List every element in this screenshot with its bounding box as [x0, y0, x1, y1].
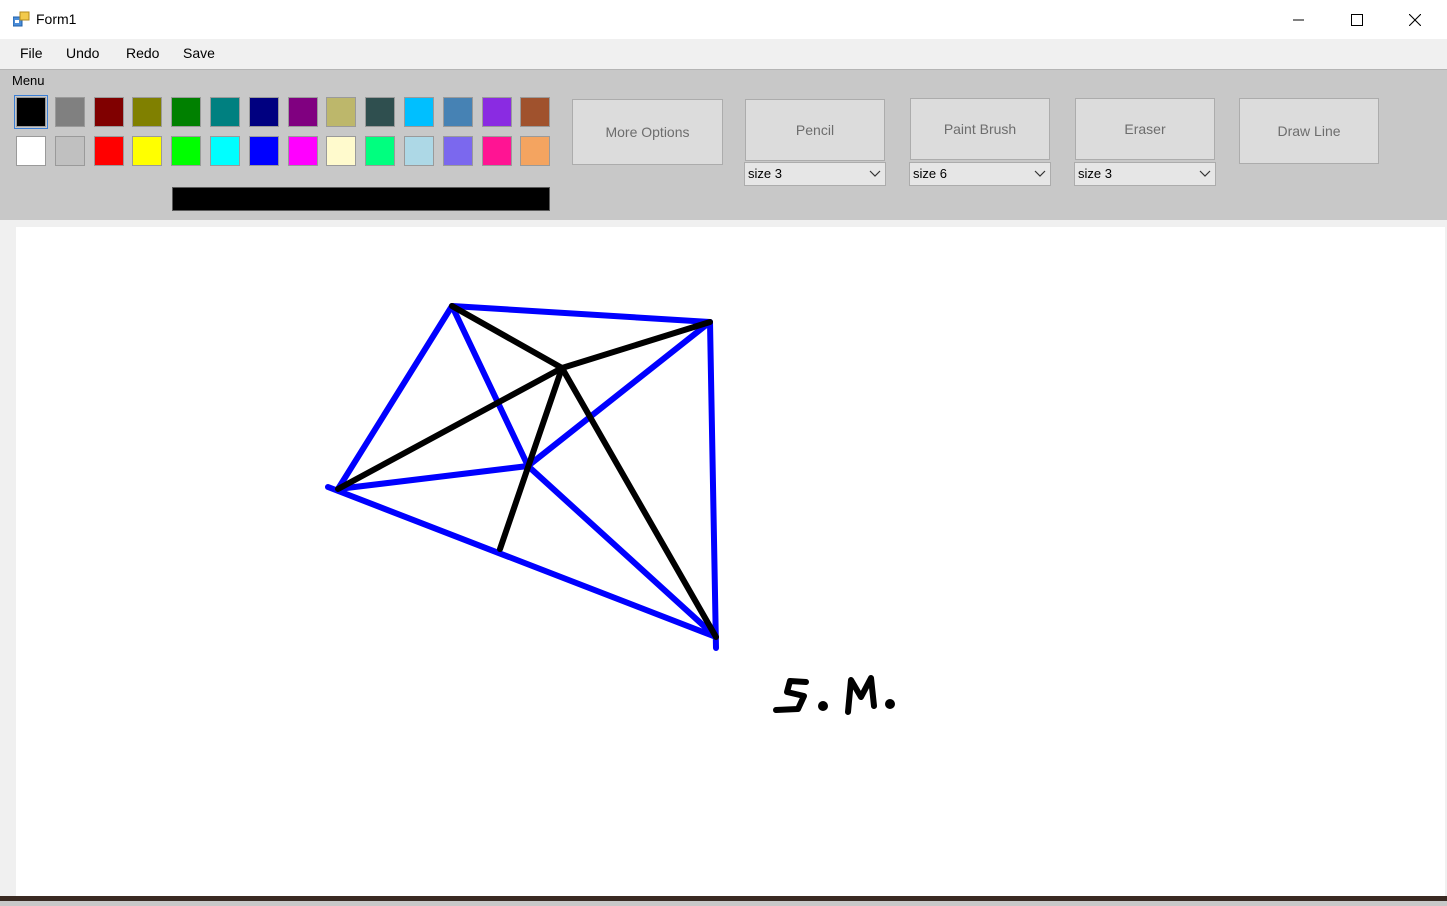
color-swatch[interactable] — [326, 97, 357, 127]
drawing-canvas[interactable] — [16, 227, 1445, 901]
color-swatch[interactable] — [404, 136, 434, 166]
color-swatch[interactable] — [287, 97, 318, 127]
color-swatch[interactable] — [14, 95, 48, 129]
draw-line-label: Draw Line — [1277, 123, 1341, 139]
minimize-icon — [1293, 19, 1304, 20]
color-swatch[interactable] — [520, 136, 551, 166]
maximize-button[interactable] — [1328, 0, 1386, 39]
color-swatch[interactable] — [404, 97, 434, 127]
color-swatch[interactable] — [132, 97, 163, 127]
color-swatch[interactable] — [442, 97, 473, 127]
pencil-size-value: size 3 — [748, 166, 782, 181]
paint-brush-label: Paint Brush — [943, 121, 1017, 137]
signature-dot — [885, 699, 895, 709]
signature-letter-s — [773, 678, 809, 713]
close-icon — [1409, 13, 1421, 26]
eraser-button[interactable]: Eraser — [1075, 98, 1215, 160]
close-button[interactable] — [1386, 0, 1444, 39]
current-color-bar — [172, 187, 550, 211]
blue-stroke — [525, 463, 719, 640]
color-swatch[interactable] — [93, 136, 124, 166]
blue-stroke — [449, 303, 713, 325]
chevron-down-icon — [1034, 170, 1046, 177]
color-swatch[interactable] — [481, 136, 512, 166]
drawing-layer — [325, 303, 895, 715]
color-swatch[interactable] — [16, 136, 46, 166]
menu-group-label: Menu — [12, 73, 45, 88]
more-options-button[interactable]: More Options — [572, 99, 723, 165]
blue-stroke — [325, 484, 719, 640]
signature-dot — [818, 701, 828, 711]
app-window: Form1 File Undo Redo Save Menu More Opti… — [0, 0, 1447, 901]
app-icon — [13, 11, 30, 27]
black-stroke — [559, 319, 713, 371]
draw-line-button[interactable]: Draw Line — [1239, 98, 1379, 164]
color-swatch[interactable] — [93, 97, 124, 127]
menu-bar — [0, 39, 1447, 69]
minimize-button[interactable] — [1270, 0, 1328, 39]
black-stroke — [559, 365, 719, 640]
paint-brush-button[interactable]: Paint Brush — [910, 98, 1050, 160]
title-bar: Form1 — [0, 0, 1447, 39]
color-swatch[interactable] — [481, 97, 512, 127]
pencil-button[interactable]: Pencil — [745, 99, 885, 161]
color-swatch[interactable] — [210, 136, 240, 166]
color-swatch[interactable] — [520, 97, 551, 127]
menu-undo[interactable]: Undo — [66, 45, 99, 61]
brush-size-select[interactable]: size 6 — [909, 162, 1051, 186]
eraser-size-value: size 3 — [1078, 166, 1112, 181]
blue-stroke — [335, 463, 531, 492]
eraser-label: Eraser — [1124, 121, 1166, 137]
color-swatch[interactable] — [132, 136, 163, 166]
more-options-label: More Options — [605, 124, 690, 140]
menu-file[interactable]: File — [20, 45, 43, 61]
color-swatch[interactable] — [248, 97, 279, 127]
blue-stroke — [707, 319, 719, 651]
signature-letter-m — [845, 675, 877, 715]
color-swatch[interactable] — [54, 97, 85, 127]
pencil-size-select[interactable]: size 3 — [744, 162, 886, 186]
chevron-down-icon — [1199, 170, 1211, 177]
menu-redo[interactable]: Redo — [126, 45, 159, 61]
chevron-down-icon — [869, 170, 881, 177]
color-swatch[interactable] — [326, 136, 357, 166]
color-swatch[interactable] — [365, 136, 396, 166]
eraser-size-select[interactable]: size 3 — [1074, 162, 1216, 186]
color-swatch[interactable] — [248, 136, 279, 166]
color-swatch[interactable] — [442, 136, 473, 166]
color-swatch[interactable] — [287, 136, 318, 166]
desktop-strip — [0, 896, 1447, 901]
maximize-icon — [1351, 13, 1363, 26]
pencil-label: Pencil — [795, 122, 835, 138]
color-swatch[interactable] — [365, 97, 396, 127]
brush-size-value: size 6 — [913, 166, 947, 181]
color-swatch[interactable] — [210, 97, 240, 127]
color-swatch[interactable] — [171, 136, 202, 166]
color-swatch[interactable] — [54, 136, 85, 166]
color-swatch[interactable] — [171, 97, 202, 127]
window-title: Form1 — [36, 11, 77, 27]
menu-save[interactable]: Save — [183, 45, 215, 61]
